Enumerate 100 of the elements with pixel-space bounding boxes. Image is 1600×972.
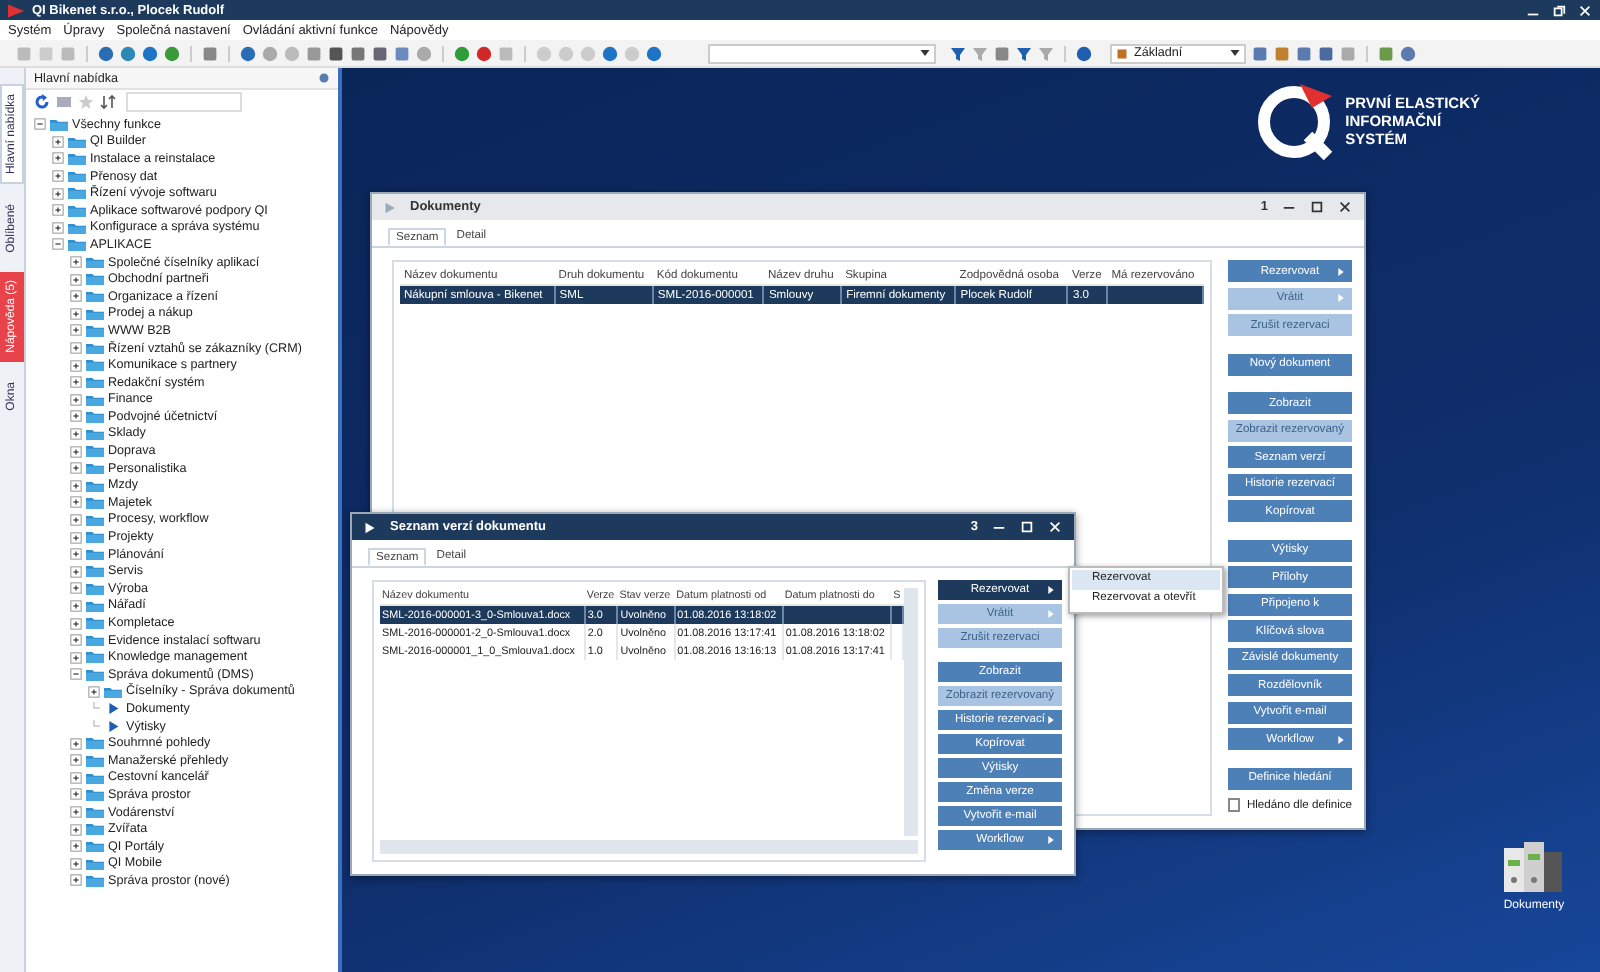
restore-icon[interactable] [1552,3,1566,17]
folder-icon [86,496,104,510]
maximize-icon[interactable] [1310,200,1324,214]
expander-icon[interactable] [52,204,64,217]
folder-icon [86,754,104,768]
caret-icon [1048,586,1054,594]
caret-icon [1048,836,1054,844]
folder-icon [86,479,104,493]
folder-icon [86,410,104,424]
expander-icon[interactable] [88,685,100,698]
expander-icon[interactable] [70,342,82,355]
expander-icon[interactable] [70,393,82,406]
expander-icon[interactable] [52,187,64,200]
expander-icon[interactable] [70,462,82,475]
expander-icon[interactable] [70,857,82,870]
tree-line-icon [88,720,100,733]
tree-line-icon [88,702,100,715]
folder-icon [86,255,104,269]
caret-icon [1048,716,1054,724]
folder-icon [86,272,104,286]
expander-icon[interactable] [70,823,82,836]
folder-icon [86,822,104,836]
expander-icon[interactable] [70,273,82,286]
caret-icon [1048,610,1054,618]
expander-icon[interactable] [70,410,82,423]
folder-icon [68,186,86,200]
folder-icon [86,582,104,596]
folder-icon [86,771,104,785]
expander-icon[interactable] [52,170,64,183]
folder-icon [86,513,104,527]
expander-icon[interactable] [70,840,82,853]
expander-icon[interactable] [70,513,82,526]
expander-icon[interactable] [70,376,82,389]
folder-icon [86,341,104,355]
folder-icon [86,599,104,613]
expander-icon[interactable] [70,531,82,544]
expander-icon[interactable] [52,221,64,234]
folder-icon [86,461,104,475]
star-icon[interactable] [78,93,94,109]
folder-icon [68,221,86,235]
scrollbar[interactable] [380,840,918,854]
expander-icon[interactable] [70,548,82,561]
expander-icon[interactable] [70,359,82,372]
folder-icon [86,736,104,750]
expander-icon[interactable] [70,788,82,801]
folder-icon [68,204,86,218]
scrollbar[interactable] [904,588,918,836]
logo-icon [1255,80,1336,160]
folder-icon [86,530,104,544]
binders-icon[interactable] [1500,836,1568,896]
folder-icon [86,633,104,647]
expander-icon[interactable] [52,135,64,148]
folder-icon [86,650,104,664]
expander-icon[interactable] [70,617,82,630]
folder-icon [68,135,86,149]
expander-icon[interactable] [70,256,82,269]
folder-icon [86,444,104,458]
expander-icon[interactable] [70,668,82,681]
caret-icon[interactable] [920,50,930,56]
folder-icon [86,668,104,682]
expander-icon[interactable] [70,445,82,458]
expander-icon[interactable] [70,307,82,320]
expander-icon[interactable] [70,651,82,664]
expander-icon[interactable] [70,427,82,440]
folder-icon [50,118,68,132]
expander-icon[interactable] [70,634,82,647]
expander-icon[interactable] [70,874,82,887]
expander-icon[interactable] [34,118,46,131]
expander-icon[interactable] [70,565,82,578]
folder-icon [86,564,104,578]
folder-icon [68,169,86,183]
folder-icon [86,805,104,819]
expander-icon[interactable] [70,806,82,819]
expander-icon[interactable] [70,479,82,492]
folder-icon [86,839,104,853]
folder-icon [68,152,86,166]
checkbox[interactable] [1228,798,1241,812]
folder-icon [86,857,104,871]
folder-icon [68,238,86,252]
expander-icon[interactable] [52,152,64,165]
expander-icon[interactable] [70,599,82,612]
expander-icon[interactable] [70,737,82,750]
caret-icon [1338,294,1344,302]
folder-icon [86,427,104,441]
folder-icon [86,324,104,338]
expander-icon[interactable] [70,324,82,337]
search-field[interactable] [126,91,242,111]
folder-icon [86,393,104,407]
folder-icon [86,307,104,321]
expander-icon[interactable] [52,238,64,251]
expander-icon[interactable] [70,771,82,784]
folder-icon [86,788,104,802]
expander-icon[interactable] [70,290,82,303]
folder-icon [86,289,104,303]
expander-icon[interactable] [70,754,82,767]
expander-icon[interactable] [70,582,82,595]
caret-icon [1338,735,1344,743]
expander-icon[interactable] [70,496,82,509]
folder-icon [104,685,122,699]
folder-icon [86,375,104,389]
